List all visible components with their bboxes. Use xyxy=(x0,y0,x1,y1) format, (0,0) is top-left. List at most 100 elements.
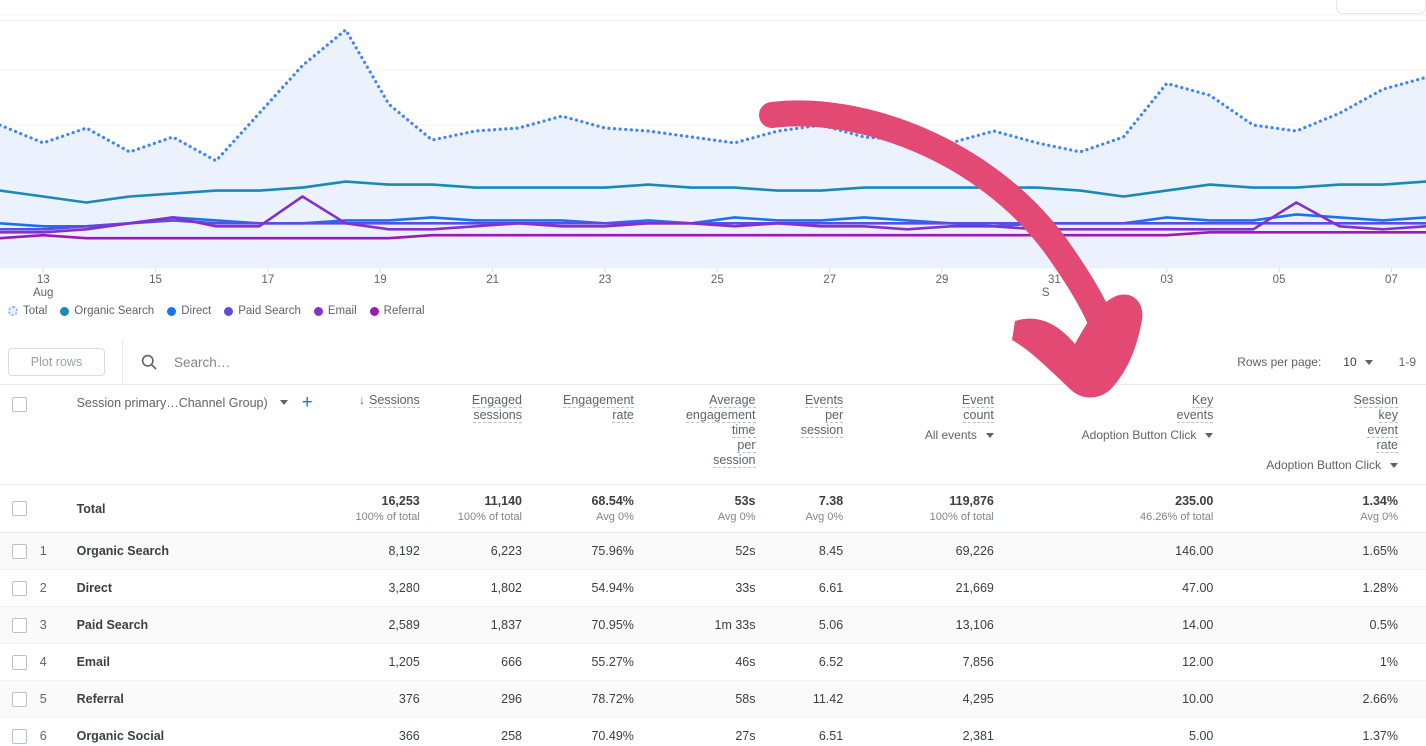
table-row[interactable]: 4 Email 1,205 666 55.27% 46s 6.52 7,856 12.00 1% xyxy=(0,644,1426,681)
table-row[interactable]: 3 Paid Search 2,589 1,837 70.95% 1m 33s 5.06 13… xyxy=(0,607,1426,644)
total-row-checkbox[interactable] xyxy=(12,501,28,516)
column-header-title[interactable]: Events per session xyxy=(800,393,844,438)
legend-item[interactable]: Direct xyxy=(167,305,211,317)
legend-item[interactable]: Referral xyxy=(369,305,425,317)
total-cell-avgtime: 53s Avg 0% xyxy=(648,485,770,532)
column-header-keyevents[interactable]: Key events Adoption Button Click xyxy=(1008,386,1228,484)
search-box[interactable] xyxy=(139,352,1237,372)
row-value: 52s xyxy=(735,544,756,558)
row-value: 1,837 xyxy=(490,618,522,632)
row-checkbox[interactable] xyxy=(12,691,28,707)
column-header-keyeventrate[interactable]: Session key event rate Adoption Button Click xyxy=(1227,386,1412,484)
legend-item[interactable]: Organic Search xyxy=(60,305,154,317)
index-header xyxy=(40,386,77,484)
column-header-subselect[interactable]: Adoption Button Click xyxy=(1082,428,1214,442)
legend-item[interactable]: Total xyxy=(8,305,47,317)
chevron-down-icon[interactable] xyxy=(1205,432,1214,438)
total-label: Total xyxy=(76,501,106,516)
traffic-timeseries-chart[interactable]: 13 15 17 19 21 23 25 27 29 31 03 05 07 Aug S xyxy=(0,0,1426,300)
table-row[interactable]: 6 Organic Social 366 258 70.49% 27s 6.51 2,381 5… xyxy=(0,718,1426,746)
column-header-title[interactable]: ↓ Sessions xyxy=(359,393,420,408)
table-row[interactable]: 1 Organic Search 8,192 6,223 75.96% 52s 8.45 69… xyxy=(0,533,1426,570)
row-dimension-name[interactable]: Direct xyxy=(77,581,112,595)
total-value: 235.00 xyxy=(1175,494,1214,508)
row-index: 3 xyxy=(39,618,47,632)
column-header-title[interactable]: Key events xyxy=(1176,393,1214,423)
row-dimension-name[interactable]: Paid Search xyxy=(77,618,149,632)
row-index: 6 xyxy=(39,729,47,743)
column-header-sessions[interactable]: ↓ Sessions xyxy=(332,386,434,484)
sort-arrow-icon[interactable]: ↓ xyxy=(359,393,365,407)
table-row[interactable]: 5 Referral 376 296 78.72% 58s 11.42 4,295 10.00 2… xyxy=(0,681,1426,718)
legend-item[interactable]: Email xyxy=(313,305,357,317)
rows-per-page-value[interactable]: 10 xyxy=(1343,355,1356,369)
row-dimension-name[interactable]: Organic Social xyxy=(77,729,165,743)
row-cell-sessions: 376 xyxy=(332,681,434,717)
column-header-title[interactable]: Session key event rate xyxy=(1353,393,1398,453)
total-value: 1.34% xyxy=(1362,494,1398,508)
column-header-engaged[interactable]: Engaged sessions xyxy=(434,386,536,484)
column-header-title[interactable]: Engagement rate xyxy=(563,393,634,423)
column-header-subselect[interactable]: Adoption Button Click xyxy=(1266,458,1398,472)
column-header-eventcount[interactable]: Event count All events xyxy=(857,386,1008,484)
row-value: 6.61 xyxy=(818,581,844,595)
add-dimension-icon[interactable]: + xyxy=(302,393,313,412)
chevron-down-icon[interactable] xyxy=(1390,462,1398,468)
row-checkbox[interactable] xyxy=(12,543,28,559)
column-header-engagement[interactable]: Engagement rate xyxy=(536,386,648,484)
column-header-subselect[interactable]: All events xyxy=(925,428,994,442)
dimension-selector[interactable]: Session primary…Channel Group) + xyxy=(77,393,313,412)
table-row[interactable]: 2 Direct 3,280 1,802 54.94% 33s 6.61 21,669 47.0… xyxy=(0,570,1426,607)
chevron-down-icon[interactable] xyxy=(279,400,288,405)
total-cell-engagement: 68.54% Avg 0% xyxy=(536,485,648,532)
column-header-title[interactable]: Event count xyxy=(961,393,994,423)
column-header-title[interactable]: Average engagement time per session xyxy=(685,393,756,468)
row-cell-keyevents: 12.00 xyxy=(1008,644,1228,680)
column-header-sub-label: Adoption Button Click xyxy=(1081,428,1197,442)
row-checkbox-cell xyxy=(0,570,40,606)
legend-color-dot xyxy=(8,306,18,316)
x-axis-tick-label: 13 xyxy=(37,274,50,286)
column-header-word: Engaged xyxy=(471,393,522,408)
row-cell-keyeventrate: 1.28% xyxy=(1227,570,1412,606)
row-dimension-name[interactable]: Organic Search xyxy=(77,544,169,558)
row-cell-keyevents: 5.00 xyxy=(1008,718,1228,746)
row-cell-keyeventrate: 0.5% xyxy=(1227,607,1412,643)
row-value: 10.00 xyxy=(1182,692,1214,706)
table-header-row: Session primary…Channel Group) + ↓ Sessions… xyxy=(0,386,1426,485)
legend-label: Organic Search xyxy=(74,305,155,317)
chevron-down-icon[interactable] xyxy=(985,432,994,438)
row-cell-engaged: 1,802 xyxy=(434,570,536,606)
column-header-eventspersess[interactable]: Events per session xyxy=(770,386,858,484)
legend-item[interactable]: Paid Search xyxy=(224,305,301,317)
row-cell-avgtime: 58s xyxy=(648,681,770,717)
total-subvalue: 46.26% of total xyxy=(1139,511,1214,523)
column-header-avgtime[interactable]: Average engagement time per session xyxy=(648,386,770,484)
row-checkbox[interactable] xyxy=(12,654,28,670)
column-header-title[interactable]: Engaged sessions xyxy=(471,393,522,423)
select-all-checkbox[interactable] xyxy=(12,397,28,412)
row-cell-keyevents: 14.00 xyxy=(1008,607,1228,643)
row-dimension-name[interactable]: Referral xyxy=(77,692,124,706)
x-axis-tick-label: 19 xyxy=(374,274,387,286)
row-cell-eventspersess: 6.52 xyxy=(770,644,858,680)
chevron-down-icon[interactable] xyxy=(1364,359,1373,365)
row-checkbox[interactable] xyxy=(12,580,28,596)
column-header-word: rate xyxy=(612,408,634,423)
column-header-sub-label: All events xyxy=(924,428,977,442)
row-checkbox[interactable] xyxy=(12,617,28,633)
row-checkbox[interactable] xyxy=(12,728,28,744)
total-cell-eventspersess: 7.38 Avg 0% xyxy=(770,485,858,532)
row-value: 0.5% xyxy=(1369,618,1399,632)
column-header-word: sessions xyxy=(473,408,522,423)
row-value: 33s xyxy=(735,581,756,595)
row-value: 55.27% xyxy=(591,655,634,669)
search-input[interactable] xyxy=(172,353,592,371)
column-header-word: per xyxy=(737,438,756,453)
row-value: 296 xyxy=(501,692,522,706)
row-cell-engaged: 6,223 xyxy=(434,533,536,569)
plot-rows-button[interactable]: Plot rows xyxy=(8,348,105,376)
legend-label: Total xyxy=(23,305,48,317)
row-dimension-name[interactable]: Email xyxy=(77,655,110,669)
row-cell-keyeventrate: 1% xyxy=(1227,644,1412,680)
